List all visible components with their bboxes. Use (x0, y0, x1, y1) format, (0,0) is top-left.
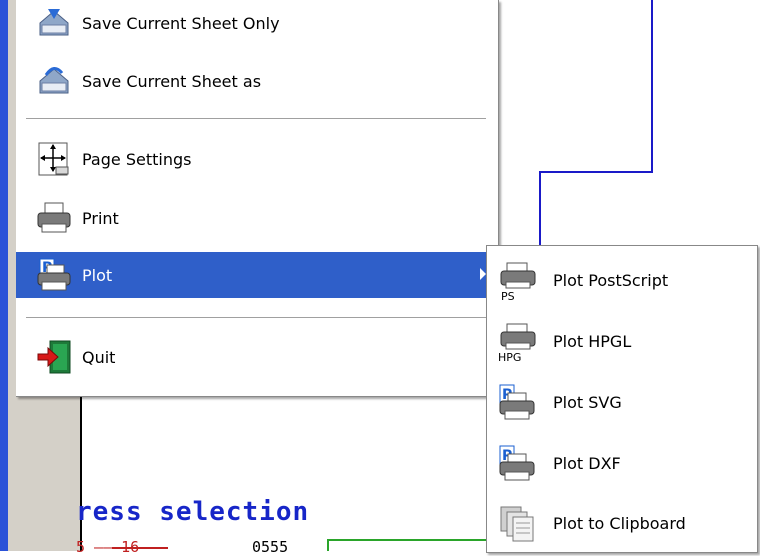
submenu-item-plot-svg[interactable]: P Plot SVG (487, 373, 757, 431)
menu-item-page-settings[interactable]: Page Settings (16, 136, 498, 182)
menu-item-save-current-sheet-only[interactable]: Save Current Sheet Only (16, 0, 498, 46)
menu-item-label: Quit (82, 347, 116, 367)
quit-door-icon (37, 340, 71, 374)
save-disk-icon (39, 9, 69, 36)
menu-item-plot[interactable]: P Plot (16, 252, 498, 298)
component-outline (327, 539, 509, 551)
menu-item-label: Print (82, 208, 119, 228)
submenu-item-label: Plot PostScript (553, 271, 669, 290)
postscript-printer-icon: PS (500, 262, 536, 301)
clipboard-pages-icon (500, 506, 534, 542)
submenu-item-plot-hpgl[interactable]: HPG Plot HPGL (487, 312, 757, 370)
page-settings-icon (38, 142, 69, 176)
menu-item-label: Plot (82, 265, 113, 285)
hpgl-printer-icon: HPG (498, 323, 536, 362)
submenu-item-plot-postscript[interactable]: PS Plot PostScript (487, 251, 757, 309)
wire (539, 0, 653, 250)
submenu-item-plot-dxf[interactable]: P Plot DXF (487, 434, 757, 492)
plot-printer-icon: P (37, 258, 71, 291)
menu-item-quit[interactable]: Quit (16, 334, 498, 380)
submenu-item-label: Plot SVG (553, 393, 622, 412)
canvas-black-label: 0555 (252, 538, 289, 556)
submenu-item-label: Plot to Clipboard (553, 514, 686, 533)
badge-text: HPG (498, 351, 521, 362)
menu-separator (26, 317, 486, 319)
menu-item-label: Save Current Sheet as (82, 71, 262, 91)
menu-separator (26, 118, 486, 120)
submenu-item-plot-to-clipboard[interactable]: Plot to Clipboard (487, 494, 757, 552)
printer-icon (37, 202, 71, 233)
canvas-red-label: 5 —— 16 (76, 538, 140, 556)
menu-item-label: Save Current Sheet Only (82, 13, 280, 33)
save-as-icon (39, 67, 69, 94)
plot-submenu: PS Plot PostScript HPG Plot HPGL P Plot … (486, 245, 758, 553)
menu-item-label: Page Settings (82, 149, 192, 169)
menu-item-print[interactable]: Print (16, 195, 498, 241)
svg-printer-icon: P (499, 384, 535, 420)
canvas-status-text: ress selection (76, 497, 310, 527)
menu-item-save-current-sheet-as[interactable]: Save Current Sheet as (16, 58, 498, 104)
submenu-item-label: Plot HPGL (553, 332, 632, 351)
file-menu: Save Current Sheet Only Save Current She… (16, 0, 499, 397)
badge-text: PS (501, 290, 515, 301)
submenu-item-label: Plot DXF (553, 454, 621, 473)
dxf-printer-icon: P (499, 445, 535, 481)
